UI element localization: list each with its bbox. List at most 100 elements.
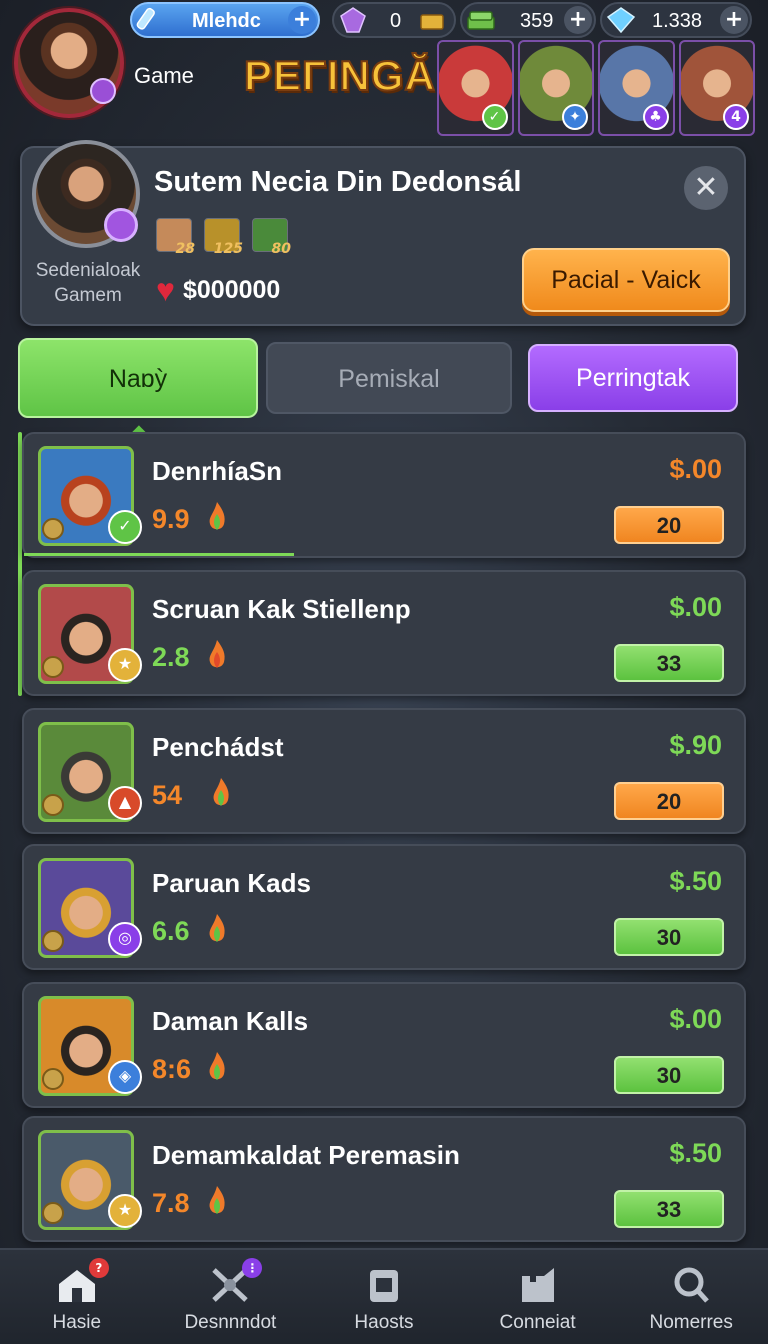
hero-badge-icon: ✓ xyxy=(481,104,508,130)
flame-icon xyxy=(209,1186,225,1214)
player-row[interactable]: ◈ Daman Kalls 8:6 $.00 30 xyxy=(22,982,746,1108)
notification-dot: ? xyxy=(88,1258,109,1278)
player-rating: 8:6 xyxy=(152,1054,192,1084)
player-badge-icon: ▲ xyxy=(108,786,142,820)
player-badge-icon: ★ xyxy=(108,1194,142,1228)
player-count-button[interactable]: 33 xyxy=(614,1190,724,1228)
hero-card[interactable]: ✓ xyxy=(437,40,514,136)
bottom-nav: ? Hasie ⋮ Desnnndot Haosts Conneiat Nome… xyxy=(0,1248,768,1344)
profile-item-count: 80 xyxy=(271,241,291,257)
flame-icon xyxy=(209,640,225,668)
player-rating: 2.8 xyxy=(152,642,190,672)
player-count-button[interactable]: 33 xyxy=(614,644,724,682)
player-badge-icon: ✓ xyxy=(108,510,142,544)
crystal-resource-pill[interactable]: 1.338 + xyxy=(600,2,752,38)
nav-label: Haosts xyxy=(354,1312,414,1333)
profile-action-button[interactable]: Pacial - Vaick xyxy=(522,248,730,312)
rank-badge-icon xyxy=(104,208,138,242)
profile-item[interactable]: 80 xyxy=(252,218,291,257)
player-row[interactable]: ◎ Paruan Kads 6.6 $.50 30 xyxy=(22,844,746,970)
medal-icon xyxy=(42,1202,64,1224)
profile-subtitle-line1: Sedenialoak xyxy=(35,260,141,281)
crossed-swords-icon: ⋮ xyxy=(208,1258,263,1304)
coin-balance: ♥ $000000 xyxy=(156,274,280,306)
player-row[interactable]: ★ Scruan Kak Stiellenp 2.8 $.00 33 xyxy=(22,570,746,696)
profile-item-count: 28 xyxy=(175,241,195,257)
profile-subtitle: Sedenialoak Gamem xyxy=(30,258,146,308)
tab-first[interactable]: Naɒỳ ◆ xyxy=(18,338,258,441)
home-icon: ? xyxy=(55,1258,109,1304)
profile-avatar[interactable] xyxy=(32,140,140,248)
level-badge-icon xyxy=(90,78,116,104)
hero-badge-icon: ♣ xyxy=(642,104,669,130)
blue-resource-pill[interactable]: Mlehdc + xyxy=(130,2,320,38)
player-avatar[interactable] xyxy=(14,8,124,118)
castle-icon xyxy=(516,1264,560,1304)
nav-item-castle[interactable]: Conneiat xyxy=(461,1250,615,1344)
medal-icon xyxy=(42,656,64,678)
player-rating: 54 xyxy=(152,780,183,810)
hero-card[interactable]: ♣ xyxy=(598,40,675,136)
profile-panel: Sedenialoak Gamem Sutem Necia Din Dedons… xyxy=(20,140,746,326)
add-crystal-button[interactable]: + xyxy=(720,6,748,34)
notification-dot: ⋮ xyxy=(242,1258,263,1278)
hero-card[interactable]: ✦ xyxy=(517,40,594,136)
player-count-button[interactable]: 20 xyxy=(614,782,724,820)
medal-icon xyxy=(42,518,64,540)
nav-label: Nomerres xyxy=(649,1312,733,1333)
game-label: Game xyxy=(134,63,194,88)
hero-badge-icon: 4 xyxy=(723,104,749,130)
blue-resource-label: Mlehdc xyxy=(192,10,261,32)
nav-item-home[interactable]: ? Hasie xyxy=(0,1250,154,1344)
cash-resource-pill[interactable]: 359 + xyxy=(460,2,596,38)
nav-label: Hasie xyxy=(52,1312,102,1333)
flame-icon xyxy=(209,914,225,942)
medal-icon xyxy=(42,794,64,816)
player-price: $.90 xyxy=(669,730,722,760)
player-price: $.50 xyxy=(669,1138,722,1168)
player-count-button[interactable]: 20 xyxy=(614,506,724,544)
player-price: $.00 xyxy=(669,454,722,484)
game-title-banner: PEГINGĂR xyxy=(243,51,468,100)
tab-third[interactable]: Perringtak xyxy=(528,344,738,412)
player-count-button[interactable]: 30 xyxy=(614,1056,724,1094)
player-name: Scruan Kak Stiellenp xyxy=(152,594,411,624)
player-name: Demamkaldat Peremasin xyxy=(152,1140,460,1170)
player-name: Paruan Kads xyxy=(152,868,311,898)
nav-label: Desnnndot xyxy=(184,1312,277,1333)
flame-icon xyxy=(209,1052,225,1080)
nav-item-search[interactable]: Nomerres xyxy=(614,1250,768,1344)
crystal-count: 1.338 xyxy=(652,10,703,32)
top-bar: Game Mlehdc + 0 359 + 1.338 + PEГINGĂR ✓… xyxy=(0,0,768,140)
profile-item-count: 125 xyxy=(213,241,243,257)
flame-icon xyxy=(209,502,225,530)
add-blue-resource-button[interactable]: + xyxy=(288,6,316,34)
close-icon[interactable]: ✕ xyxy=(684,166,728,210)
tab-first-label: Naɒỳ xyxy=(108,365,168,393)
nav-item-clipboard[interactable]: Haosts xyxy=(307,1250,461,1344)
player-price: $.50 xyxy=(669,866,722,896)
hero-card[interactable]: 4 xyxy=(678,40,755,136)
player-count-button[interactable]: 30 xyxy=(614,918,724,956)
player-name: Penchádst xyxy=(152,732,284,762)
gem-resource-pill[interactable]: 0 xyxy=(332,2,456,38)
cash-stack-icon xyxy=(467,11,495,30)
profile-item[interactable]: 28 xyxy=(156,218,195,257)
add-cash-button[interactable]: + xyxy=(564,6,592,34)
profile-name: Sutem Necia Din Dedonsál xyxy=(154,166,522,198)
nav-item-crossed-swords[interactable]: ⋮ Desnnndot xyxy=(154,1250,308,1344)
profile-item-list: 28 125 80 xyxy=(156,218,291,257)
player-name: Daman Kalls xyxy=(152,1006,309,1036)
player-name: DenrhíaSn xyxy=(152,456,283,486)
tab-second[interactable]: Pemiskal xyxy=(266,342,512,414)
profile-item[interactable]: 125 xyxy=(204,218,243,257)
player-row[interactable]: ✓ DenrhíaSn 9.9 $.00 20 xyxy=(22,432,746,558)
gem-icon xyxy=(340,7,366,33)
search-icon xyxy=(669,1264,713,1304)
nav-label: Conneiat xyxy=(499,1312,576,1333)
player-row[interactable]: ★ Demamkaldat Peremasin 7.8 $.50 33 xyxy=(22,1116,746,1242)
player-row[interactable]: ▲ Penchádst 54 $.90 20 xyxy=(22,708,746,834)
selection-underline xyxy=(24,553,294,556)
cash-count: 359 xyxy=(520,10,554,32)
gem-count: 0 xyxy=(390,10,402,32)
